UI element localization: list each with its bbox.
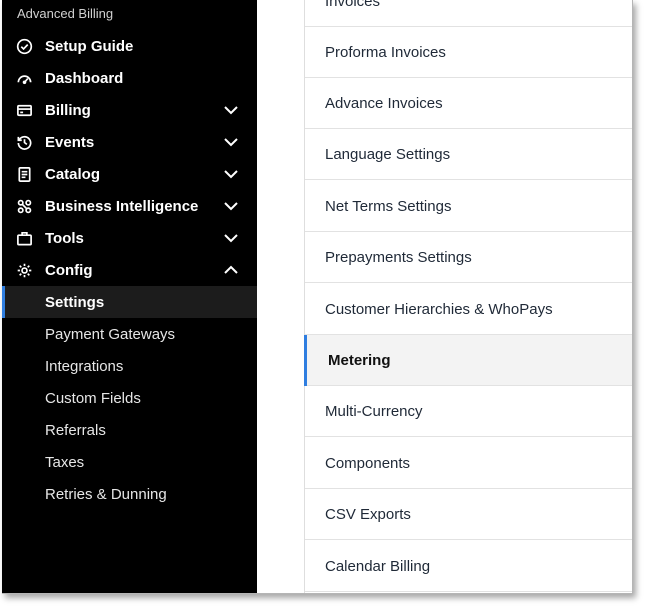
sidebar: Advanced Billing Setup Guide Dashboard B… [2,0,257,593]
settings-item-metering[interactable]: Metering [304,335,632,386]
sidebar-subitem-settings[interactable]: Settings [2,286,257,318]
settings-item-label: Customer Hierarchies & WhoPays [325,300,553,318]
sidebar-item-label: Business Intelligence [45,197,199,215]
settings-item-label: Components [325,454,411,472]
settings-item-customer-hierarchies[interactable]: Customer Hierarchies & WhoPays [305,284,632,335]
sidebar-item-catalog[interactable]: Catalog [2,158,257,190]
sidebar-item-config[interactable]: Config [2,254,257,286]
settings-item-label: Language Settings [325,145,451,163]
settings-item-advance-invoices[interactable]: Advance Invoices [305,78,632,129]
brand-title: Advanced Billing [17,6,114,21]
settings-menu: Invoices Proforma Invoices Advance Invoi… [304,0,632,593]
sidebar-subitem-label: Settings [45,293,105,311]
sidebar-item-billing[interactable]: Billing [2,94,257,126]
settings-item-label: Invoices [325,0,381,10]
sidebar-item-label: Setup Guide [45,37,134,55]
settings-item-label: Calendar Billing [325,557,431,575]
settings-item-prepayments-settings[interactable]: Prepayments Settings [305,232,632,283]
sidebar-subitem-payment-gateways[interactable]: Payment Gateways [2,318,257,350]
chevron-down-icon[interactable] [223,199,239,213]
gauge-icon [16,70,33,87]
gear-icon [16,262,33,279]
settings-item-language-settings[interactable]: Language Settings [305,129,632,180]
sidebar-subitem-custom-fields[interactable]: Custom Fields [2,382,257,414]
settings-item-calendar-billing[interactable]: Calendar Billing [305,541,632,592]
sidebar-item-label: Billing [45,101,91,119]
app-window: Advanced Billing Setup Guide Dashboard B… [2,0,633,594]
settings-item-invoices[interactable]: Invoices [305,0,632,27]
chevron-down-icon[interactable] [223,231,239,245]
sidebar-item-label: Events [45,133,95,151]
sidebar-item-business-intelligence[interactable]: Business Intelligence [2,190,257,222]
settings-item-net-terms-settings[interactable]: Net Terms Settings [305,181,632,232]
sidebar-item-label: Catalog [45,165,101,183]
sidebar-subitem-label: Referrals [45,421,106,439]
settings-item-label: Net Terms Settings [325,197,452,215]
sidebar-subitem-label: Custom Fields [45,389,141,407]
sidebar-subitem-referrals[interactable]: Referrals [2,414,257,446]
sidebar-subitem-taxes[interactable]: Taxes [2,446,257,478]
check-circle-icon [16,38,33,55]
settings-item-label: Prepayments Settings [325,248,472,266]
document-icon [16,166,33,183]
settings-item-proforma-invoices[interactable]: Proforma Invoices [305,27,632,78]
sidebar-item-label: Dashboard [45,69,124,87]
sidebar-subitem-label: Integrations [45,357,124,375]
settings-item-label: CSV Exports [325,505,411,523]
nodes-icon [16,198,33,215]
sidebar-item-tools[interactable]: Tools [2,222,257,254]
sidebar-subitem-label: Taxes [45,453,85,471]
sidebar-item-label: Config [45,261,93,279]
sidebar-subitem-retries-dunning[interactable]: Retries & Dunning [2,478,257,510]
sidebar-item-label: Tools [45,229,84,247]
settings-item-components[interactable]: Components [305,438,632,489]
settings-item-multi-currency[interactable]: Multi-Currency [305,386,632,437]
settings-item-csv-exports[interactable]: CSV Exports [305,489,632,540]
chevron-down-icon[interactable] [223,103,239,117]
sidebar-subitem-integrations[interactable]: Integrations [2,350,257,382]
sidebar-item-dashboard[interactable]: Dashboard [2,62,257,94]
main-content: Invoices Proforma Invoices Advance Invoi… [257,0,632,593]
settings-item-label: Advance Invoices [325,94,443,112]
history-icon [16,134,33,151]
chevron-up-icon[interactable] [223,263,239,277]
chevron-down-icon[interactable] [223,167,239,181]
briefcase-icon [16,230,33,247]
settings-item-label: Metering [328,351,391,369]
settings-item-label: Proforma Invoices [325,43,446,61]
sidebar-subitem-label: Retries & Dunning [45,485,167,503]
sidebar-item-setup-guide[interactable]: Setup Guide [2,30,257,62]
credit-card-icon [16,102,33,119]
sidebar-subitem-label: Payment Gateways [45,325,176,343]
chevron-down-icon[interactable] [223,135,239,149]
sidebar-item-events[interactable]: Events [2,126,257,158]
settings-item-label: Multi-Currency [325,402,423,420]
